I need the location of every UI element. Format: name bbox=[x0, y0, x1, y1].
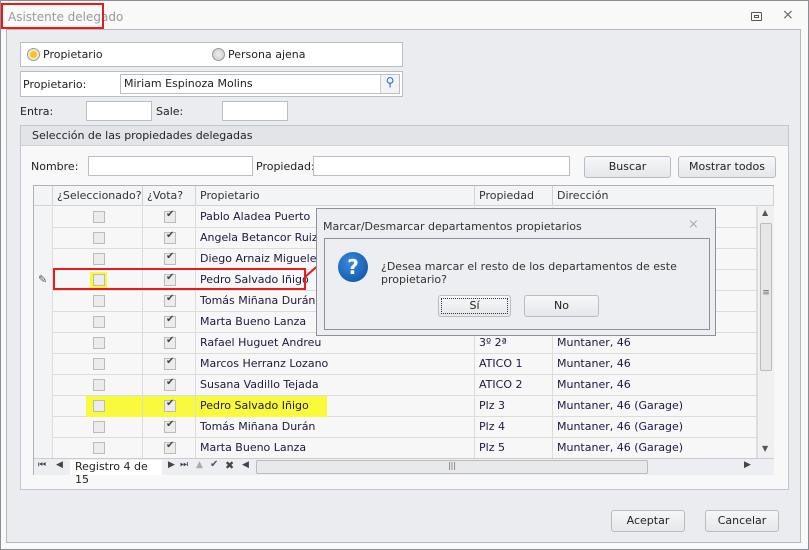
accept-button[interactable]: Aceptar bbox=[611, 510, 685, 532]
yes-button[interactable]: Sí bbox=[438, 295, 511, 317]
no-button[interactable]: No bbox=[524, 295, 599, 317]
dialog-message: ¿Desea marcar el resto de los departamen… bbox=[381, 260, 677, 286]
confirm-dialog: Marcar/Desmarcar departamentos propietar… bbox=[316, 208, 716, 336]
dialog-body: ? ¿Desea marcar el resto de los departam… bbox=[324, 238, 710, 330]
dialog-close-icon[interactable]: ⨯ bbox=[688, 217, 699, 232]
dialog-title: Marcar/Desmarcar departamentos propietar… bbox=[323, 220, 582, 233]
cancel-button[interactable]: Cancelar bbox=[705, 510, 779, 532]
question-icon: ? bbox=[338, 252, 368, 282]
